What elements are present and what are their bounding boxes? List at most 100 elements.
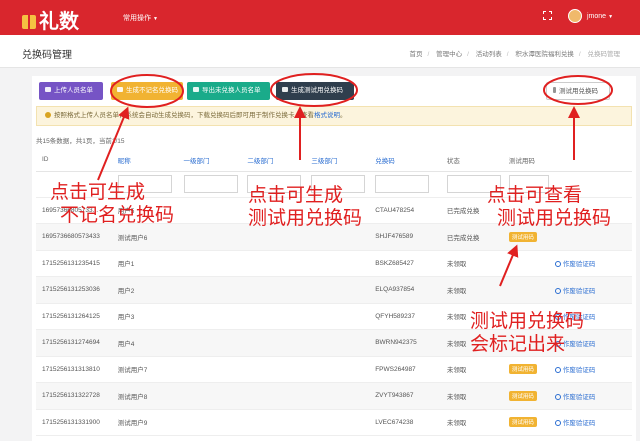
cell-status: 已完成兑换 — [440, 223, 503, 251]
col-dept2[interactable]: 二级部门 — [241, 149, 306, 172]
ban-icon — [554, 420, 561, 427]
nickname-filter-input[interactable] — [117, 175, 172, 193]
test-code-badge: 测试用码 — [508, 364, 537, 375]
cell-status: 未领取 — [440, 356, 503, 383]
void-code-button[interactable]: 作废验证码 — [554, 393, 596, 401]
cell-dept2 — [241, 356, 306, 383]
button-label: 导出未兑换人员名单 — [202, 87, 261, 94]
cell-id: 16957366805733... — [36, 197, 112, 224]
void-code-label: 作废验证码 — [562, 393, 596, 401]
user-menu[interactable]: jmone ▼ — [587, 13, 613, 20]
breadcrumb-admin[interactable]: 管理中心 — [436, 51, 462, 58]
cell-id: 1715256131253036 — [36, 276, 112, 304]
cell-action: 作废验证码 — [548, 303, 632, 330]
cell-id: 1695736680573433 — [36, 223, 112, 251]
ban-icon — [554, 287, 561, 294]
breadcrumb-activities[interactable]: 活动列表 — [476, 51, 502, 58]
fullscreen-icon[interactable] — [543, 11, 552, 20]
cell-code: BSKZ685427 — [369, 250, 441, 277]
col-dept3[interactable]: 三级部门 — [305, 149, 370, 172]
cell-dept3 — [305, 276, 370, 304]
col-nickname[interactable]: 昵称 — [111, 149, 178, 172]
table-row: 1715256131253036 用户2 ELQA937854 未领取 作废验证码 — [36, 276, 632, 304]
cell-dept2 — [241, 250, 306, 277]
generate-anonymous-code-button[interactable]: 生成不记名兑换码 — [111, 82, 183, 100]
test-code-badge: 测试用码 — [508, 231, 537, 242]
cell-status: 未领取 — [440, 409, 503, 436]
cell-dept1 — [177, 329, 242, 357]
breadcrumb: 首页 / 管理中心 / 活动列表 / 积水潭医院福利兑换 / 兑换码管理 — [405, 48, 621, 58]
cell-test: 测试用码 — [502, 223, 549, 251]
breadcrumb-event[interactable]: 积水潭医院福利兑换 — [515, 51, 574, 58]
status-filter-input[interactable] — [446, 175, 501, 193]
cell-dept3 — [305, 382, 370, 410]
code-table: ID 昵称 一级部门 二级部门 三级部门 兑换码 状态 测试用码 1695736… — [36, 149, 632, 436]
cell-nickname: 测试用户7 — [111, 356, 178, 383]
view-test-code-button[interactable]: 测试用兑换码 — [546, 82, 610, 100]
void-code-button[interactable]: 作废验证码 — [554, 314, 595, 321]
breadcrumb-sep: / — [467, 51, 469, 58]
generate-test-code-button[interactable]: 生成测试用兑换码 — [276, 82, 354, 100]
col-code[interactable]: 兑换码 — [369, 149, 441, 172]
table-row: 1715256131331900 测试用户9 LVEC674238 未领取 测试用码 作废… — [36, 409, 632, 436]
table-row: 1695736680573433 测试用户6 SHJF476589 已完成兑换 测试用码 — [36, 223, 632, 251]
filter-cell — [548, 171, 632, 198]
cell-dept1 — [177, 197, 242, 224]
cell-dept1 — [177, 409, 242, 436]
upload-list-button[interactable]: 上传人员名单 — [39, 82, 103, 100]
cell-action: 作废验证码 — [548, 409, 632, 436]
common-actions-menu[interactable]: 常用操作 ▼ — [123, 13, 158, 23]
cell-code: SHJF476589 — [369, 223, 441, 251]
breadcrumb-current: 兑换码管理 — [587, 51, 621, 58]
test-filter-input[interactable] — [508, 175, 549, 193]
cell-code: QFYH589237 — [369, 303, 441, 330]
upload-icon — [45, 87, 51, 92]
dept2-filter-input[interactable] — [247, 175, 302, 193]
void-code-button[interactable]: 作废验证码 — [554, 340, 595, 348]
code-filter-input[interactable] — [375, 175, 430, 193]
void-code-button[interactable]: 作废验证码 — [554, 367, 595, 374]
col-action — [548, 149, 632, 172]
cell-dept1 — [177, 303, 242, 330]
avatar[interactable] — [568, 9, 582, 23]
dept1-filter-input[interactable] — [183, 175, 238, 193]
record-count: 共15条数据，共1页，当前1/15 — [36, 138, 125, 145]
table-row: 1715256131322728 测试用户8 ZVYT943867 未领取 测试用码 作废… — [36, 382, 632, 410]
cell-test — [502, 250, 549, 277]
cell-test — [502, 303, 549, 330]
cell-test — [502, 276, 549, 304]
void-code-button[interactable]: 作废验证码 — [554, 420, 596, 428]
void-code-button[interactable]: 作废验证码 — [554, 261, 595, 268]
button-label: 生成测试用兑换码 — [291, 87, 343, 94]
cell-nickname: 用户1 — [111, 250, 178, 277]
cell-dept3 — [305, 356, 370, 383]
page-header: 兑换码管理 首页 / 管理中心 / 活动列表 / 积水潭医院福利兑换 / 兑换码管理 — [0, 35, 640, 68]
cell-dept2 — [241, 276, 306, 304]
logo[interactable]: 礼数 — [22, 5, 79, 34]
dept3-filter-input[interactable] — [311, 175, 366, 193]
cell-test: 测试用码 — [502, 382, 549, 410]
cell-id: 1715256131331900 — [36, 409, 112, 436]
void-code-label: 作废验证码 — [562, 420, 596, 428]
col-dept1[interactable]: 一级部门 — [177, 149, 242, 172]
notice-end: 。 — [340, 112, 347, 119]
cell-action — [548, 223, 632, 251]
table-row: 1715256131274694 用户4 BWRN942375 未领取 作废验证码 — [36, 329, 632, 357]
test-code-badge: 测试用码 — [508, 390, 537, 401]
void-code-button[interactable]: 作废验证码 — [554, 287, 595, 295]
export-unredeemed-button[interactable]: 导出未兑换人员名单 — [187, 82, 270, 100]
table-header-row: ID 昵称 一级部门 二级部门 三级部门 兑换码 状态 测试用码 — [36, 149, 632, 172]
caret-down-icon: ▼ — [608, 14, 614, 20]
format-help-link[interactable]: 格式说明 — [314, 112, 340, 119]
cell-id: 1715256131235415 — [36, 250, 112, 277]
breadcrumb-home[interactable]: 首页 — [410, 51, 423, 58]
top-bar: 礼数 常用操作 ▼ jmone ▼ — [0, 0, 640, 35]
cell-dept3 — [305, 223, 370, 251]
menu-label: 常用操作 — [123, 15, 151, 22]
content-panel: 上传人员名单 生成不记名兑换码 导出未兑换人员名单 生成测试用兑换码 测试用兑换… — [32, 76, 636, 441]
ban-icon — [554, 340, 561, 347]
breadcrumb-sep: / — [578, 51, 581, 58]
test-code-badge: 测试用码 — [508, 417, 537, 428]
filter-cell — [369, 171, 441, 198]
cell-action: 作废验证码 — [548, 356, 632, 383]
